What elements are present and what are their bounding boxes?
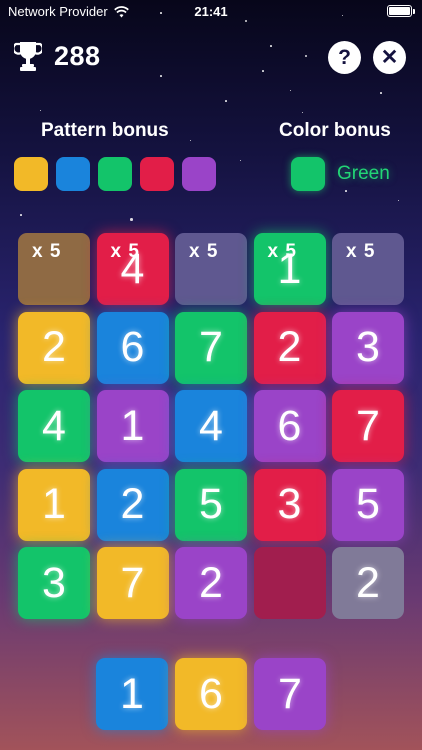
number-tile[interactable]: 2 bbox=[96, 468, 169, 541]
tile-number: 6 bbox=[199, 669, 223, 718]
number-tile[interactable]: 7 bbox=[175, 311, 247, 384]
battery-icon bbox=[387, 5, 415, 17]
pattern-swatch bbox=[56, 157, 90, 191]
help-button[interactable]: ? bbox=[328, 41, 361, 74]
tile-number: 3 bbox=[42, 558, 66, 607]
tile-number: 7 bbox=[120, 558, 145, 607]
tile-number: 2 bbox=[120, 480, 145, 528]
tile-number: 2 bbox=[42, 323, 66, 371]
number-tile[interactable]: 7 bbox=[96, 547, 169, 619]
number-tile[interactable]: 2 bbox=[253, 311, 326, 384]
pattern-swatch bbox=[14, 157, 48, 191]
tile-number: 5 bbox=[356, 480, 380, 528]
tile-number: 1 bbox=[120, 401, 145, 450]
color-bonus-name: Green bbox=[337, 163, 390, 184]
number-tile[interactable]: 1 bbox=[96, 390, 169, 462]
close-button[interactable]: ✕ bbox=[373, 41, 406, 74]
number-tile[interactable]: 2 bbox=[332, 547, 404, 619]
tile-tray: 1 6 7 bbox=[96, 658, 326, 730]
number-tile[interactable]: 7 bbox=[332, 390, 404, 462]
multiplier-label: x 5 bbox=[32, 241, 62, 262]
number-tile[interactable]: 4 bbox=[18, 390, 90, 462]
tile-number: 2 bbox=[277, 323, 302, 371]
multiplier-label: x 5 bbox=[189, 241, 219, 262]
number-tile[interactable]: 6 bbox=[253, 390, 326, 462]
number-tile[interactable]: 5 bbox=[175, 468, 247, 541]
number-tile[interactable]: 6 bbox=[96, 311, 169, 384]
number-tile[interactable]: x 54 bbox=[96, 233, 169, 305]
tile-number: 6 bbox=[120, 323, 145, 371]
tile-number: 7 bbox=[199, 323, 223, 371]
pattern-bonus-swatches bbox=[14, 157, 216, 191]
pattern-swatch bbox=[98, 157, 132, 191]
status-bar: Network Provider 21:41 bbox=[0, 0, 422, 24]
tile-number: 1 bbox=[42, 480, 66, 528]
number-tile[interactable]: x 51 bbox=[253, 233, 326, 305]
number-tile[interactable]: 1 bbox=[18, 468, 90, 541]
score-value: 288 bbox=[54, 40, 101, 71]
number-tile[interactable]: 7 bbox=[254, 658, 326, 730]
empty-tile[interactable]: x 5 bbox=[175, 233, 247, 305]
empty-tile[interactable] bbox=[253, 547, 326, 619]
color-bonus-swatch bbox=[291, 157, 325, 191]
multiplier-label: x 5 bbox=[346, 241, 376, 262]
multiplier-label: x 5 bbox=[110, 241, 140, 262]
game-board: x 5x 54x 5x 51x 52672341467125353722 bbox=[18, 233, 404, 619]
number-tile[interactable]: 1 bbox=[96, 658, 168, 730]
tile-number: 1 bbox=[120, 669, 144, 718]
tile-number: 4 bbox=[42, 401, 66, 450]
tile-number: 3 bbox=[277, 480, 302, 528]
score-display: 288 bbox=[14, 40, 101, 72]
number-tile[interactable]: 4 bbox=[175, 390, 247, 462]
tile-number: 7 bbox=[356, 401, 380, 450]
color-bonus: Green bbox=[291, 157, 390, 191]
tile-number: 2 bbox=[356, 558, 380, 607]
tile-number: 4 bbox=[199, 401, 223, 450]
empty-tile[interactable]: x 5 bbox=[18, 233, 90, 305]
pattern-bonus-title: Pattern bonus bbox=[41, 120, 169, 141]
tile-number: 2 bbox=[199, 558, 223, 607]
pattern-swatch bbox=[182, 157, 216, 191]
tile-number: 5 bbox=[199, 480, 223, 528]
multiplier-label: x 5 bbox=[267, 241, 297, 262]
tile-number: 7 bbox=[278, 669, 302, 718]
number-tile[interactable]: 3 bbox=[253, 468, 326, 541]
pattern-swatch bbox=[140, 157, 174, 191]
empty-tile[interactable]: x 5 bbox=[332, 233, 404, 305]
number-tile[interactable]: 3 bbox=[18, 547, 90, 619]
trophy-icon bbox=[14, 42, 42, 71]
number-tile[interactable]: 2 bbox=[18, 311, 90, 384]
number-tile[interactable]: 3 bbox=[332, 311, 404, 384]
tile-number: 3 bbox=[356, 323, 380, 371]
number-tile[interactable]: 5 bbox=[332, 468, 404, 541]
color-bonus-title: Color bonus bbox=[279, 120, 391, 141]
number-tile[interactable]: 6 bbox=[175, 658, 247, 730]
number-tile[interactable]: 2 bbox=[175, 547, 247, 619]
tile-number: 6 bbox=[277, 401, 302, 450]
clock: 21:41 bbox=[194, 4, 228, 19]
